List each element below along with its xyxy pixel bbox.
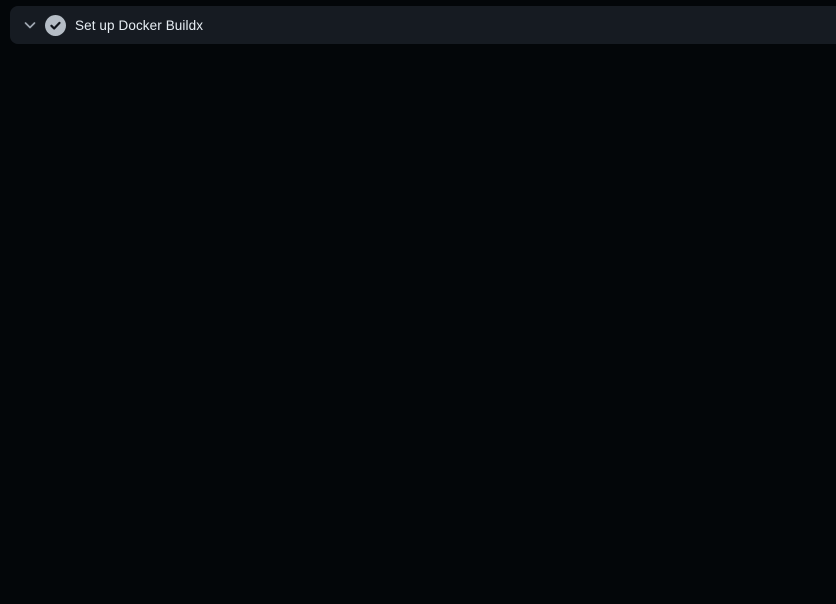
log-line: 136 builder-d9cfb5a1-c764-445a-a57e-0b19… [0,580,836,600]
log-line: 96 github.com/docker/buildx 0.10.3+azure… [0,136,836,156]
log-line: 95 /usr/bin/docker buildx version [0,116,836,136]
log-line: 98 /usr/bin/docker buildx create --name … [0,176,836,196]
log-line: 1 ▶Run ./ [0,55,836,75]
log-line: 97 ▼Creating a new builder instance [0,156,836,176]
log-line: 119 ▼Inspect builder [0,237,836,257]
log-line: 125 "status": "running", [0,358,836,378]
log-line: 120 { [0,257,836,277]
log-line: 94 ▼Buildx version [0,95,836,115]
step-title: Set up Docker Buildx [75,18,203,33]
log-line: 135 ▼BuildKit version [0,560,836,580]
log-line: 127 "buildkit": "v0.11.3", [0,398,836,418]
log-line: 121 "nodes": [ [0,277,836,297]
log-line: 126 "buildkitd-flags": "--allow-insecure… [0,378,836,398]
success-check-icon [45,15,66,36]
log-line: 129 } [0,439,836,459]
log-line: 130 ], [0,459,836,479]
actions-log-viewer: Set up Docker Buildx 1 ▶Run ./ 7 ▶Docker… [0,0,836,604]
log-line: 134 } [0,540,836,560]
log-line: 128 "platforms": "linux/amd64,linux/amd6… [0,418,836,438]
log-line: 122 { [0,297,836,317]
log-line: 124 "endpoint": "unix:///var/run/docker.… [0,338,836,358]
log-line: 131 "name": "builder-d9cfb5a1-c764-445a-… [0,479,836,499]
log-line: 132 "driver": "docker-container", [0,499,836,519]
log-area[interactable]: 1 ▶Run ./ 7 ▶Docker info 94 ▼Buildx vers… [0,44,836,604]
log-line: 100 ▶Booting builder [0,217,836,237]
step-header[interactable]: Set up Docker Buildx [10,6,836,44]
log-line: 99 builder-d9cfb5a1-c764-445a-a57e-0b19d… [0,196,836,216]
log-line: 123 "name": "builder-d9cfb5a1-c764-445a-… [0,317,836,337]
log-line: 133 "lastActivity": "2023-02-25T11:58:12… [0,519,836,539]
log-line: 7 ▶Docker info [0,75,836,95]
chevron-down-icon[interactable] [22,17,38,33]
